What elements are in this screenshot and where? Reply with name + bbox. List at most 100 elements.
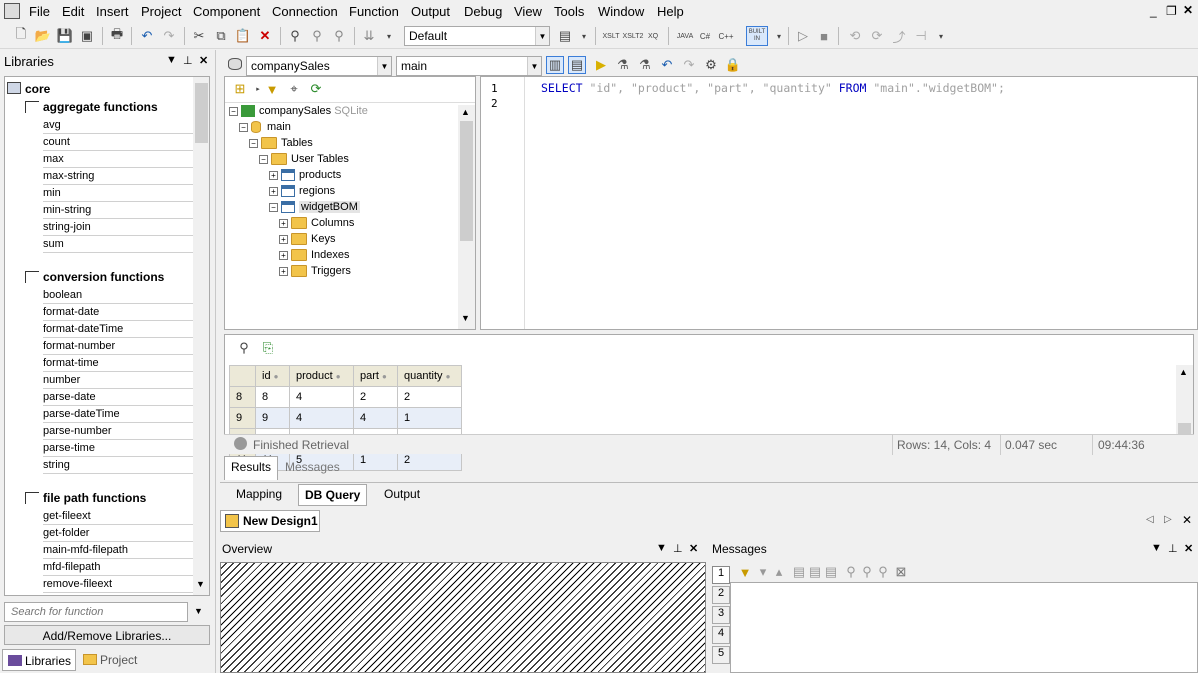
panel-menu-icon[interactable]: ▼ [1151, 542, 1162, 554]
cpp-button[interactable]: C++ [716, 27, 736, 45]
menu-project[interactable]: Project [141, 4, 181, 19]
menu-component[interactable]: Component [193, 4, 260, 19]
function-item[interactable]: parse-date [43, 389, 193, 406]
execute-icon[interactable]: ▶ [592, 56, 610, 74]
function-item[interactable]: get-folder [43, 525, 193, 542]
xslt-button[interactable]: XSLT [600, 27, 622, 45]
menu-function[interactable]: Function [349, 4, 399, 19]
function-item[interactable]: parse-dateTime [43, 406, 193, 423]
close-panel-icon[interactable]: ✕ [689, 542, 698, 555]
scroll-left-icon[interactable]: ◁ [1146, 514, 1154, 525]
collapse-icon[interactable]: − [259, 154, 268, 164]
library-root[interactable]: core [25, 82, 50, 96]
group-aggregate[interactable]: aggregate functions [43, 100, 158, 114]
tree-node-table[interactable]: + regions [269, 185, 335, 198]
close-panel-icon[interactable]: ✕ [199, 54, 208, 67]
expand-icon[interactable]: + [269, 170, 278, 180]
tab-db-query[interactable]: DB Query [298, 484, 368, 506]
function-item[interactable]: main-mfd-filepath [43, 542, 193, 559]
restore-icon[interactable]: ❐ [1166, 4, 1177, 18]
close-document-icon[interactable]: ✕ [1182, 513, 1192, 527]
collapse-icon[interactable]: − [239, 122, 248, 132]
menu-edit[interactable]: Edit [62, 4, 84, 19]
sql-text[interactable]: SELECT "id", "product", "part", "quantit… [541, 81, 1005, 95]
replace-icon[interactable]: ⚲ [330, 27, 348, 45]
function-item[interactable]: count [43, 134, 193, 151]
step-into-icon[interactable]: ⟲ [846, 27, 864, 45]
function-item[interactable]: avg [43, 117, 193, 134]
tree-node-columns[interactable]: + Columns [279, 217, 354, 230]
menu-view[interactable]: View [514, 4, 542, 19]
tab-project[interactable]: Project [80, 649, 160, 671]
query-undo-icon[interactable]: ↶ [658, 56, 676, 74]
menu-file[interactable]: File [29, 4, 50, 19]
group-file-path[interactable]: file path functions [43, 491, 146, 505]
table-row[interactable]: 88422 [229, 386, 462, 408]
menu-debug[interactable]: Debug [464, 4, 502, 19]
collapse-icon[interactable]: − [249, 138, 258, 148]
sort-icon[interactable]: ● [336, 372, 341, 381]
sql-editor[interactable]: 1 2 SELECT "id", "product", "part", "qua… [480, 76, 1198, 330]
function-item[interactable]: string-join [43, 219, 193, 236]
function-item[interactable]: format-dateTime [43, 321, 193, 338]
column-header[interactable]: quantity ● [397, 365, 462, 387]
function-item[interactable]: sum [43, 236, 193, 253]
browser-scrollbar[interactable]: ▲ ▼ [458, 105, 475, 329]
table-row[interactable]: 99441 [229, 407, 462, 429]
tree-node-schema[interactable]: − main [239, 121, 291, 134]
tree-node-triggers[interactable]: + Triggers [279, 265, 351, 278]
function-item[interactable]: string [43, 457, 193, 474]
close-panel-icon[interactable]: ✕ [1184, 542, 1193, 555]
scroll-thumb[interactable] [195, 83, 208, 143]
function-item[interactable]: max [43, 151, 193, 168]
minimize-icon[interactable]: _ [1150, 4, 1157, 18]
java-button[interactable]: JAVA [674, 27, 696, 45]
connection-combo[interactable]: companySales ▼ [246, 56, 392, 76]
step-out-icon[interactable]: ⤴ [890, 27, 908, 45]
menu-connection[interactable]: Connection [272, 4, 338, 19]
tab-new-design[interactable]: New Design1 [220, 510, 320, 532]
tree-node-connection[interactable]: − companySales SQLite [229, 105, 368, 118]
open-folder-icon[interactable]: 📂 [34, 27, 52, 45]
layout-2-icon[interactable]: ▤ [568, 56, 586, 74]
scroll-down-icon[interactable]: ▼ [196, 579, 205, 589]
tab-results[interactable]: Results [224, 456, 279, 480]
message-tab-3[interactable]: 3 [712, 606, 730, 624]
find-icon[interactable]: ⚲ [286, 27, 304, 45]
search-function-input[interactable] [4, 602, 188, 622]
tree-node-table[interactable]: + products [269, 169, 341, 182]
scroll-thumb[interactable] [460, 121, 473, 241]
delete-icon[interactable]: ✕ [256, 27, 274, 45]
scroll-up-icon[interactable]: ▲ [1179, 367, 1188, 377]
library-scrollbar[interactable]: ▼ [193, 77, 209, 595]
xquery-button[interactable]: XQ [644, 27, 662, 45]
previous-message-icon[interactable]: ▴ [770, 563, 788, 581]
function-item[interactable]: min-string [43, 202, 193, 219]
copy-icon[interactable]: ⧉ [212, 27, 230, 45]
cut-icon[interactable]: ✂ [190, 27, 208, 45]
builtin-button[interactable]: BUILT IN [746, 26, 768, 46]
scroll-up-icon[interactable]: ▲ [461, 107, 470, 117]
tree-node-keys[interactable]: + Keys [279, 233, 335, 246]
toolbar-dropdown-icon[interactable]: ▾ [770, 27, 788, 45]
tree-node-table-selected[interactable]: − widgetBOM [269, 201, 360, 214]
function-item[interactable]: number [43, 372, 193, 389]
menu-tools[interactable]: Tools [554, 4, 584, 19]
message-tab-2[interactable]: 2 [712, 586, 730, 604]
tab-mapping[interactable]: Mapping [230, 484, 288, 504]
function-item[interactable]: min [43, 185, 193, 202]
save-all-icon[interactable]: ▣ [78, 27, 96, 45]
toolbar-dropdown-icon[interactable]: ▾ [380, 27, 398, 45]
expand-icon[interactable]: + [269, 186, 278, 196]
tree-node-indexes[interactable]: + Indexes [279, 249, 350, 262]
query-redo-icon[interactable]: ↷ [680, 56, 698, 74]
tab-messages[interactable]: Messages [279, 457, 346, 477]
filter-icon[interactable]: ▼ [736, 563, 754, 581]
locate-icon[interactable]: ⌖ [285, 80, 303, 98]
redo-icon[interactable]: ↷ [160, 27, 178, 45]
message-tab-5[interactable]: 5 [712, 646, 730, 664]
target-combo[interactable]: Default ▼ [404, 26, 550, 46]
function-item[interactable]: parse-time [43, 440, 193, 457]
breakpoint-icon[interactable]: ⊣ [912, 27, 930, 45]
toolbar-dropdown-icon[interactable]: ▾ [575, 27, 593, 45]
